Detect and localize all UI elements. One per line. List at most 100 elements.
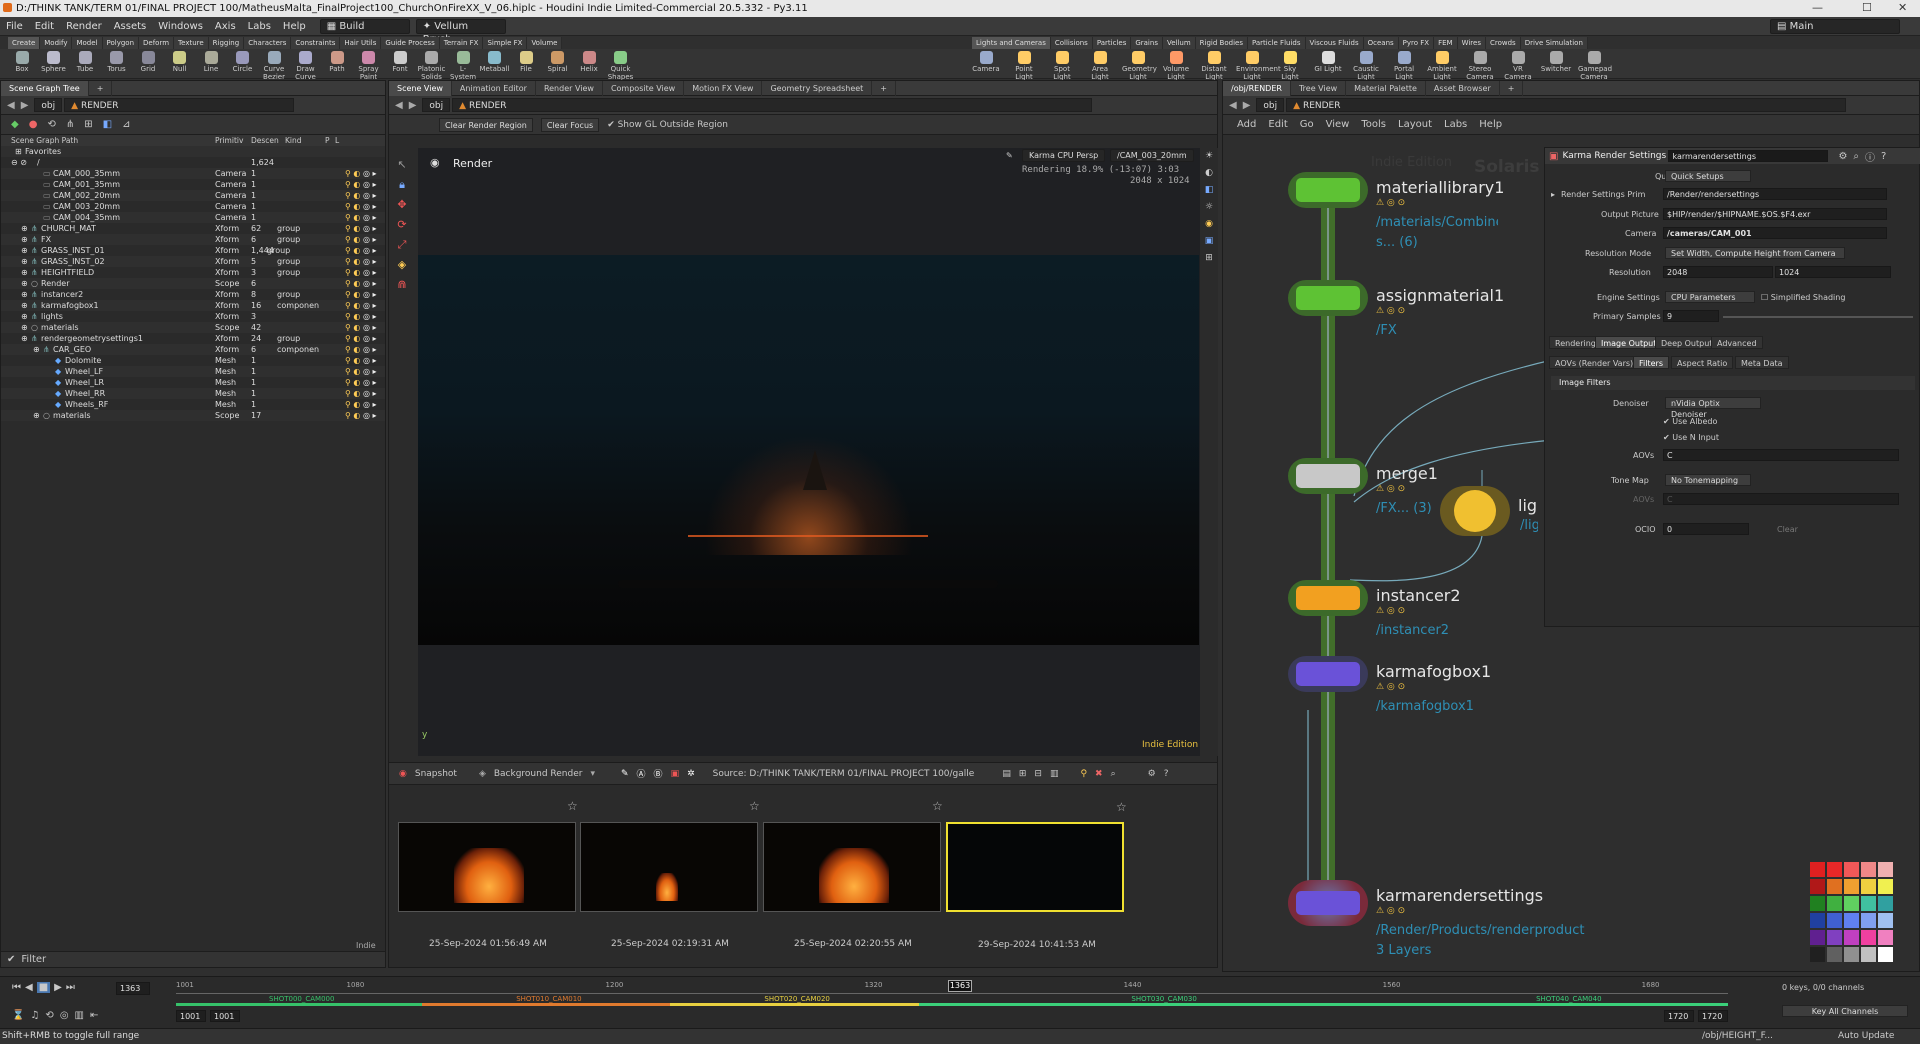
scale-tool-icon[interactable]: ⤢ [393, 235, 411, 255]
playhead[interactable]: 1363 [948, 980, 972, 992]
grid-view-icon[interactable]: ⊞ [1019, 769, 1027, 779]
color-swatch[interactable] [1861, 947, 1876, 962]
shelf-tab-constraints[interactable]: Constraints [291, 37, 341, 49]
build-desktop-select[interactable]: ▦ Build [319, 18, 410, 34]
tool-caustic-light[interactable]: Caustic Light [1350, 51, 1382, 81]
list-view-icon[interactable]: ▤ [1002, 769, 1011, 779]
menu-labs[interactable]: Labs [242, 17, 277, 36]
tool-spot-light[interactable]: Spot Light [1046, 51, 1078, 81]
node-instancer2[interactable] [1288, 580, 1368, 616]
color-swatch[interactable] [1810, 947, 1825, 962]
shot-bar[interactable] [670, 1003, 919, 1006]
expand-icon[interactable]: ⊕ [21, 333, 28, 344]
scene-graph-row[interactable]: ▭ CAM_002_20mm Camera 1 ⚲ ◐ ◎ ▸ [1, 190, 385, 201]
renderer-camera-icon[interactable]: ✎ [1006, 151, 1013, 160]
shelf-tab-vellum[interactable]: Vellum [1162, 37, 1196, 49]
tool-area-light[interactable]: Area Light [1084, 51, 1116, 81]
color-swatch[interactable] [1878, 930, 1893, 945]
color-swatch[interactable] [1810, 930, 1825, 945]
visibility-icon[interactable]: ◐ [1200, 165, 1218, 182]
menu-edit[interactable]: Edit [29, 17, 60, 36]
col-path[interactable]: Scene Graph Path [11, 136, 78, 145]
favorites-row[interactable]: ⊞ Favorites [1, 146, 385, 157]
expand-icon[interactable]: ⊕ [21, 300, 28, 311]
pin-icon[interactable]: ⊿ [122, 119, 130, 130]
params-tab-advanced[interactable]: Advanced [1711, 336, 1763, 349]
grid-icon[interactable]: ⊞ [1200, 250, 1218, 267]
color-swatch[interactable] [1861, 862, 1876, 877]
tool-geometry-light[interactable]: Geometry Light [1122, 51, 1157, 81]
color-swatch[interactable] [1844, 947, 1859, 962]
shelf-tab-lights-and-cameras[interactable]: Lights and Cameras [972, 37, 1051, 49]
denoiser-select[interactable]: nVidia Optix Denoiser [1665, 397, 1761, 419]
use-n-checkbox[interactable]: ✔ Use N Input [1663, 433, 1719, 442]
shelf-tab-crowds[interactable]: Crowds [1485, 37, 1521, 49]
scene-graph-row[interactable]: ⊕ ⋔ HEIGHTFIELD Xform 3 group ⚲ ◐ ◎ ▸ [1, 267, 385, 278]
rewind-icon[interactable]: ⇤ [90, 1010, 98, 1021]
show-gl-checkbox[interactable]: ✔ Show GL Outside Region [607, 120, 728, 130]
tool-gamepad-camera[interactable]: Gamepad Camera [1578, 51, 1612, 81]
snapshot-icon[interactable]: ◧ [1200, 182, 1218, 199]
visibility-toggles[interactable]: ⚲ ◐ ◎ ▸ [345, 212, 376, 223]
tab--obj-render[interactable]: /obj/RENDER [1223, 80, 1291, 96]
rotate-tool-icon[interactable]: ⟳ [393, 215, 411, 235]
help-icon[interactable]: ? [1164, 769, 1169, 779]
start-frame-field[interactable]: 1001 [176, 1010, 206, 1022]
rs-prim-expand-icon[interactable]: ▸ [1551, 190, 1555, 199]
select-tool-icon[interactable]: ↖ [393, 155, 411, 175]
samples-field[interactable]: 9 [1663, 310, 1719, 322]
tool-null[interactable]: Null [164, 51, 196, 73]
tool-stereo-camera[interactable]: Stereo Camera [1464, 51, 1496, 81]
shelf-tab-particle-fluids[interactable]: Particle Fluids [1247, 37, 1306, 49]
tool-path[interactable]: Path [321, 51, 353, 73]
color-swatch[interactable] [1810, 896, 1825, 911]
expand-icon[interactable]: ⊕ [21, 311, 28, 322]
tool-ambient-light[interactable]: Ambient Light [1426, 51, 1458, 81]
params-tab-rendering[interactable]: Rendering [1549, 336, 1602, 349]
search-icon[interactable]: ⌕ [1853, 151, 1859, 162]
node-assignmaterial1[interactable] [1288, 280, 1368, 316]
shelf-tab-modify[interactable]: Modify [40, 37, 73, 49]
shelf-tab-collisions[interactable]: Collisions [1050, 37, 1093, 49]
params-subtab-filters[interactable]: Filters [1633, 356, 1669, 369]
shelf-tab-simple-fx[interactable]: Simple FX [483, 37, 528, 49]
scene-graph-row[interactable]: ⊕ ⋔ GRASS_INST_02 Xform 5 group ⚲ ◐ ◎ ▸ [1, 256, 385, 267]
shelf-tab-deform[interactable]: Deform [139, 37, 175, 49]
scene-graph-row[interactable]: ⊕ ⋔ FX Xform 6 group ⚲ ◐ ◎ ▸ [1, 234, 385, 245]
scene-graph-row[interactable]: ⊕ ○ Render Scope 6 ⚲ ◐ ◎ ▸ [1, 278, 385, 289]
visibility-toggles[interactable]: ⚲ ◐ ◎ ▸ [345, 168, 376, 179]
shelf-tab-terrain-fx[interactable]: Terrain FX [439, 37, 484, 49]
color-swatch[interactable] [1878, 862, 1893, 877]
shelf-tab-pyro-fx[interactable]: Pyro FX [1398, 37, 1435, 49]
visibility-toggles[interactable]: ⚲ ◐ ◎ ▸ [345, 399, 376, 410]
favorite-star-icon[interactable]: ☆ [1116, 800, 1127, 814]
tag-icon[interactable]: ✎ [621, 769, 629, 779]
params-tab-image-output[interactable]: Image Output [1595, 336, 1663, 349]
shelf-tab-particles[interactable]: Particles [1092, 37, 1132, 49]
visibility-toggles[interactable]: ⚲ ◐ ◎ ▸ [345, 366, 376, 377]
visibility-toggles[interactable]: ⚲ ◐ ◎ ▸ [345, 289, 376, 300]
node-karmarendersettings[interactable] [1288, 880, 1368, 926]
tab-asset-browser[interactable]: Asset Browser [1426, 80, 1500, 96]
tool-metaball[interactable]: Metaball [479, 51, 511, 73]
shelf-tab-guide-process[interactable]: Guide Process [381, 37, 440, 49]
shelf-tab-rigid-bodies[interactable]: Rigid Bodies [1195, 37, 1248, 49]
expand-icon[interactable]: ⊕ [21, 234, 28, 245]
help-icon[interactable]: ? [1881, 151, 1886, 162]
search-icon[interactable]: ⌕ [1111, 769, 1116, 779]
params-subtab-aovs-render-vars-[interactable]: AOVs (Render Vars) [1549, 356, 1640, 369]
color-swatch[interactable] [1810, 879, 1825, 894]
jump-start-icon[interactable]: ⏮ [12, 982, 21, 993]
settings-icon[interactable]: ✲ [687, 769, 695, 779]
tool-l-system[interactable]: L-System [447, 51, 479, 81]
samples-slider[interactable] [1723, 316, 1913, 318]
tool-circle[interactable]: Circle [227, 51, 259, 73]
lighting-icon[interactable]: ☼ [1200, 199, 1218, 216]
tool-distant-light[interactable]: Distant Light [1198, 51, 1230, 81]
color-swatch[interactable] [1810, 862, 1825, 877]
scene-graph-row[interactable]: ◆ Wheel_LR Mesh 1 ⚲ ◐ ◎ ▸ [1, 377, 385, 388]
tool-font[interactable]: Font [384, 51, 416, 73]
expand-icon[interactable]: ⊕ [21, 256, 28, 267]
film-icon[interactable]: ▥ [1050, 769, 1059, 779]
favorite-star-icon[interactable]: ☆ [567, 799, 578, 813]
